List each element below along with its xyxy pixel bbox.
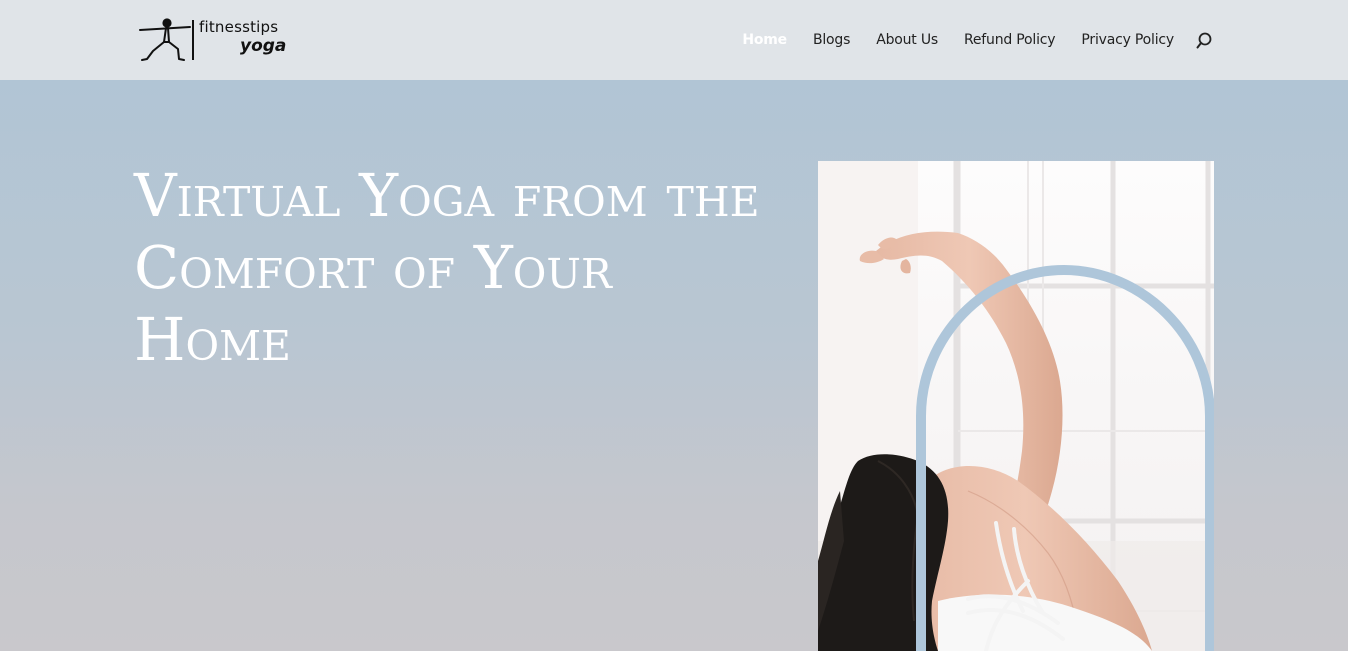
search-icon [1196, 32, 1212, 49]
nav-item-home[interactable]: Home [742, 32, 787, 48]
site-header: fitnesstips yoga Home Blogs About Us Ref… [0, 0, 1348, 80]
yoga-woman-stretching-photo [818, 161, 1214, 651]
nav-item-refund-policy[interactable]: Refund Policy [964, 32, 1056, 48]
site-logo[interactable]: fitnesstips yoga [138, 16, 288, 64]
brand-tagline: yoga [240, 36, 287, 56]
nav-item-privacy-policy[interactable]: Privacy Policy [1081, 32, 1174, 48]
brand-name: fitnesstips [199, 18, 279, 36]
hero-image [818, 161, 1214, 651]
yoga-pose-logo-icon [139, 18, 191, 61]
hero-section: Virtual Yoga from the Comfort of Your Ho… [0, 80, 1348, 651]
nav-item-blogs[interactable]: Blogs [813, 32, 850, 48]
main-nav: Home Blogs About Us Refund Policy Privac… [742, 30, 1174, 50]
nav-item-about-us[interactable]: About Us [876, 32, 938, 48]
logo-divider [192, 20, 194, 60]
hero-title: Virtual Yoga from the Comfort of Your Ho… [134, 161, 760, 374]
search-button[interactable] [1195, 31, 1215, 51]
